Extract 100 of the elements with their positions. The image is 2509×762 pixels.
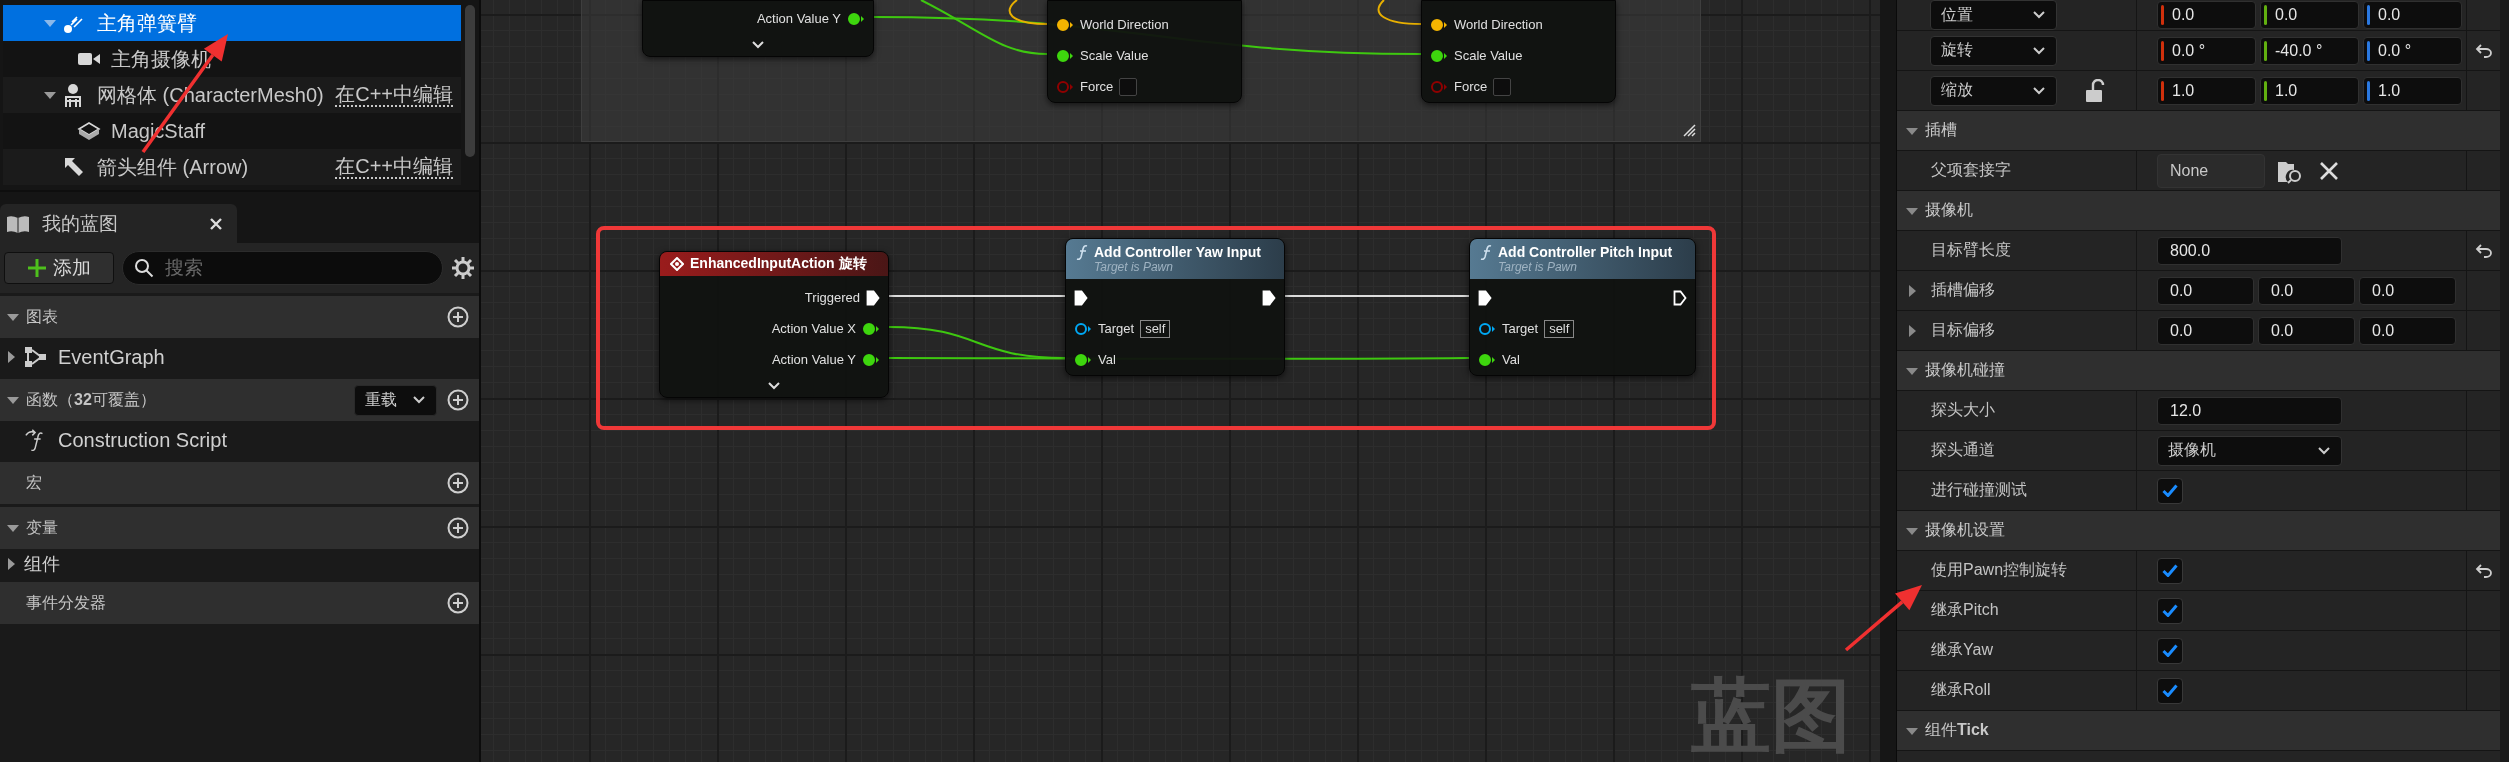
pin-checkbox[interactable] <box>1493 77 1512 96</box>
exec-pin-icon[interactable] <box>1478 289 1492 306</box>
category-header[interactable]: 摄像机碰撞 <box>1897 351 2500 391</box>
add-icon[interactable] <box>447 472 469 494</box>
transform-mode-dropdown[interactable]: 缩放 <box>1930 75 2057 106</box>
settings-icon[interactable] <box>451 256 475 280</box>
exec-pin-icon[interactable] <box>1074 289 1088 306</box>
axis-field[interactable]: 0.0 ° <box>2157 36 2256 65</box>
data-pin-icon[interactable] <box>1478 321 1496 336</box>
category-header[interactable]: 插槽 <box>1897 111 2500 151</box>
axis-field[interactable]: 0.0 ° <box>2363 36 2462 65</box>
data-pin-icon[interactable] <box>1430 17 1448 32</box>
pin-default-field[interactable]: self <box>1544 319 1575 338</box>
pin-label: Target <box>1098 321 1135 336</box>
add-icon[interactable] <box>447 592 469 614</box>
number-field[interactable]: 0.0 <box>2258 276 2355 305</box>
number-field[interactable]: 800.0 <box>2157 236 2342 265</box>
data-pin-icon[interactable] <box>847 11 865 26</box>
event-icon <box>670 257 684 271</box>
scrollbar[interactable] <box>2500 0 2509 762</box>
add-icon[interactable] <box>447 517 469 539</box>
graph-canvas[interactable] <box>481 0 1880 762</box>
transform-mode-dropdown[interactable]: 旋转 <box>1930 35 2057 66</box>
number-field[interactable]: 12.0 <box>2157 396 2342 425</box>
node-title: Add Controller Pitch Input <box>1498 244 1673 260</box>
edit-in-cpp-link[interactable]: 在C++中编辑 <box>335 83 453 107</box>
number-field[interactable]: 0.0 <box>2359 276 2456 305</box>
data-pin-icon[interactable] <box>1074 352 1092 367</box>
add-button[interactable]: 添加 <box>4 252 114 284</box>
property-label: 插槽偏移 <box>1931 280 1995 300</box>
panel-tab[interactable]: 我的蓝图 <box>0 204 237 243</box>
checkbox[interactable] <box>2157 477 2183 504</box>
edit-in-cpp-link[interactable]: 在C++中编辑 <box>335 155 453 179</box>
axis-field[interactable]: 1.0 <box>2157 76 2256 105</box>
pin-default-field[interactable]: self <box>1140 319 1171 338</box>
reset-icon[interactable] <box>2474 563 2493 578</box>
property-label: 继承Roll <box>1931 680 1991 700</box>
resize-grip-icon[interactable] <box>1682 123 1696 137</box>
checkbox[interactable] <box>2157 557 2183 584</box>
add-icon[interactable] <box>447 306 469 328</box>
axis-field[interactable]: 1.0 <box>2363 76 2462 105</box>
data-pin-icon[interactable] <box>1478 352 1496 367</box>
checkbox[interactable] <box>2157 637 2183 664</box>
data-pin-icon[interactable] <box>1056 48 1074 63</box>
add-icon[interactable] <box>447 389 469 411</box>
number-field[interactable]: 0.0 <box>2258 316 2355 345</box>
blueprint-node[interactable]: Add Controller Pitch Input Target is Pawn Target self Val <box>1469 238 1696 376</box>
clear-icon[interactable] <box>2319 160 2339 181</box>
close-icon[interactable] <box>209 216 223 231</box>
blueprint-node[interactable]: World Direction Scale Value Force <box>1421 0 1616 103</box>
axis-field[interactable]: 0.0 <box>2363 1 2462 29</box>
blueprint-node[interactable]: EnhancedInputAction 旋转 Triggered Action Value X Action Value Y <box>659 251 889 398</box>
override-dropdown[interactable]: 重载 <box>354 384 437 416</box>
asset-field[interactable]: None <box>2157 153 2265 188</box>
axis-field[interactable]: 1.0 <box>2260 76 2359 105</box>
section-header[interactable]: 事件分发器 <box>0 582 479 624</box>
search-field[interactable]: 搜索 <box>122 251 443 285</box>
data-pin-icon[interactable] <box>862 352 880 367</box>
section-header[interactable]: 变量 <box>0 507 479 549</box>
axis-field[interactable]: 0.0 <box>2157 1 2256 29</box>
unlocked-icon[interactable] <box>2085 78 2107 103</box>
pin-label: Scale Value <box>1080 48 1149 63</box>
axis-field[interactable]: -40.0 ° <box>2260 36 2359 65</box>
section-header[interactable]: 宏 <box>0 462 479 504</box>
camera-icon <box>77 50 101 68</box>
data-pin-icon[interactable] <box>1056 17 1074 32</box>
property-label: 父项套接字 <box>1931 160 2011 180</box>
section-header[interactable]: 图表 <box>0 296 479 338</box>
transform-mode-dropdown[interactable]: 位置 <box>1930 0 2057 30</box>
exec-pin-icon[interactable] <box>1673 289 1687 306</box>
exec-pin-icon[interactable] <box>866 289 880 306</box>
exec-pin-icon[interactable] <box>1262 289 1276 306</box>
tree-item[interactable]: 箭头组件 (Arrow) 在C++中编辑 <box>3 149 461 185</box>
category-header[interactable]: 组件Tick <box>1897 711 2500 751</box>
tree-item[interactable]: 主角弹簧臂 <box>3 5 461 41</box>
blueprint-node[interactable]: Action Value Y <box>642 0 874 57</box>
axis-field[interactable]: 0.0 <box>2260 1 2359 29</box>
blueprint-node[interactable]: Add Controller Yaw Input Target is Pawn Target self Val <box>1065 238 1285 376</box>
reset-icon[interactable] <box>2474 243 2493 258</box>
checkbox[interactable] <box>2157 677 2183 704</box>
number-field[interactable]: 0.0 <box>2157 276 2254 305</box>
checkbox[interactable] <box>2157 597 2183 624</box>
section-header[interactable]: 函数（32可覆盖） 重载 <box>0 379 479 421</box>
number-field[interactable]: 0.0 <box>2359 316 2456 345</box>
expand-pins-icon[interactable] <box>751 40 765 50</box>
pin-label: Force <box>1080 79 1114 94</box>
skeleton-icon <box>63 83 83 107</box>
blueprint-node[interactable]: World Direction Scale Value Force <box>1047 0 1242 103</box>
pin-checkbox[interactable] <box>1119 77 1138 96</box>
scrollbar-thumb[interactable] <box>465 5 475 157</box>
data-pin-icon[interactable] <box>1430 48 1448 63</box>
data-pin-icon[interactable] <box>862 321 880 336</box>
book-icon <box>6 213 30 234</box>
expand-pins-icon[interactable] <box>767 381 781 391</box>
dropdown[interactable]: 摄像机 <box>2157 435 2342 466</box>
data-pin-icon[interactable] <box>1074 321 1092 336</box>
reset-icon[interactable] <box>2474 43 2493 58</box>
category-header[interactable]: 摄像机 <box>1897 191 2500 231</box>
number-field[interactable]: 0.0 <box>2157 316 2254 345</box>
category-header[interactable]: 摄像机设置 <box>1897 511 2500 551</box>
